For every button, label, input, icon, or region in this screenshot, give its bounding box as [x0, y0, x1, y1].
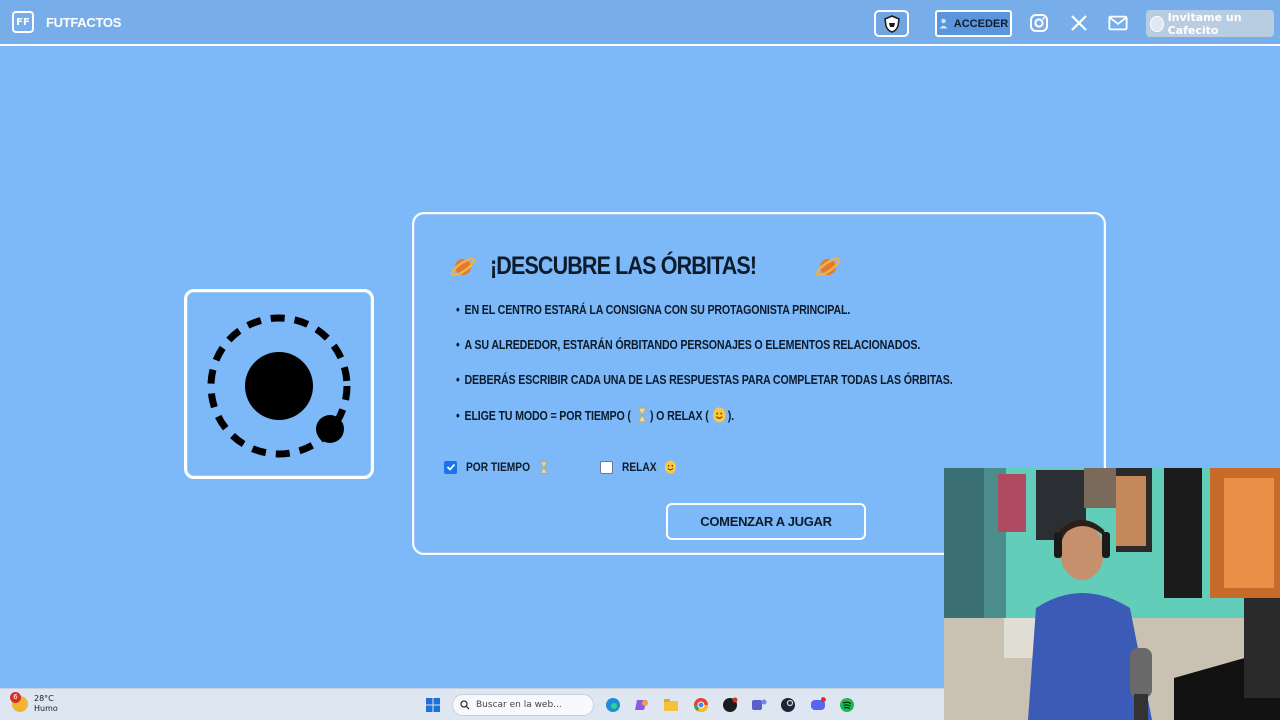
orbit-icon: [207, 314, 351, 458]
coffee-icon: [1150, 15, 1164, 32]
webcam-feed-image: [944, 468, 1280, 720]
edge-browser-icon[interactable]: [605, 697, 621, 713]
cafecito-label: Invitame un Cafecito: [1167, 10, 1242, 37]
rule-item: • DEBERÁS ESCRIBIR CADA UNA DE LAS RESPUE…: [456, 372, 953, 387]
brand-logo: FF: [12, 11, 34, 33]
smile-emoji-icon: [664, 460, 676, 474]
temperature: 28°C: [34, 694, 54, 703]
rule-item: • ELIGE TU MODO = POR TIEMPO ( ) O RELAX …: [456, 407, 734, 423]
x-icon: [1071, 15, 1087, 31]
smile-emoji-icon: [713, 407, 726, 423]
instagram-icon: [1030, 14, 1048, 32]
file-explorer-icon[interactable]: [663, 697, 679, 713]
start-game-button[interactable]: COMENZAR A JUGAR: [666, 503, 866, 540]
taskbar-search[interactable]: Buscar en la web...: [452, 694, 594, 716]
rules-list: • EN EL CENTRO ESTARÁ LA CONSIGNA CON SU …: [456, 302, 1062, 442]
checkmark-icon: [446, 463, 455, 471]
page-title: ¡DESCUBRE LAS ÓRBITAS!: [490, 252, 757, 280]
relax-mode-label: RELAX: [622, 460, 678, 474]
windows-start-icon[interactable]: [425, 697, 441, 713]
spotify-icon[interactable]: [839, 697, 855, 713]
rule-item: • A SU ALREDEDOR, ESTARÁN ÓRBITANDO PERSO…: [456, 337, 921, 352]
email-link[interactable]: [1108, 13, 1128, 33]
weather-widget[interactable]: 6 28°C Humo: [10, 692, 58, 714]
os-taskbar: 6 28°C Humo Buscar en la web...: [0, 688, 944, 720]
steam-icon[interactable]: [780, 697, 796, 713]
notification-badge: 6: [10, 692, 21, 703]
relax-mode-option[interactable]: RELAX: [599, 460, 688, 474]
copilot-icon[interactable]: [634, 697, 650, 713]
webcam-overlay: [944, 468, 1280, 720]
mode-options: POR TIEMPO RELAX: [444, 460, 710, 474]
shield-button[interactable]: [874, 10, 909, 37]
brand[interactable]: FF FUTFACTOS: [12, 11, 121, 33]
discord-icon[interactable]: [810, 697, 826, 713]
cafecito-button[interactable]: Invitame un Cafecito: [1146, 10, 1274, 37]
weather-condition: Humo: [34, 704, 58, 713]
search-icon: [460, 700, 470, 710]
login-button[interactable]: ACCEDER: [935, 10, 1012, 37]
top-nav: FF FUTFACTOS ACCEDER Invitame un Cafecit…: [0, 0, 1280, 46]
chrome-icon[interactable]: [693, 697, 709, 713]
weather-icon: 6: [10, 692, 28, 712]
mail-icon: [1108, 15, 1128, 31]
weather-text: 28°C Humo: [34, 694, 58, 714]
search-placeholder: Buscar en la web...: [476, 700, 562, 710]
teams-icon[interactable]: [751, 697, 767, 713]
hourglass-icon: [539, 461, 548, 474]
orbit-illustration-card: [184, 289, 374, 479]
ringed-planet-icon: [816, 257, 841, 276]
user-icon: [939, 18, 948, 29]
media-player-icon[interactable]: [722, 697, 738, 713]
x-twitter-link[interactable]: [1069, 13, 1089, 33]
relax-mode-checkbox[interactable]: [599, 460, 613, 474]
hourglass-icon: [636, 407, 647, 423]
brand-name: FUTFACTOS: [46, 14, 122, 30]
login-label: ACCEDER: [953, 17, 1009, 30]
ringed-planet-icon: [450, 257, 476, 276]
shield-icon: [883, 14, 900, 33]
timed-mode-checkbox[interactable]: [444, 460, 457, 474]
timed-mode-label: POR TIEMPO: [466, 460, 551, 474]
rule-item: • EN EL CENTRO ESTARÁ LA CONSIGNA CON SU …: [456, 302, 851, 317]
instagram-link[interactable]: [1029, 13, 1049, 33]
timed-mode-option[interactable]: POR TIEMPO: [444, 460, 566, 474]
card-title-row: ¡DESCUBRE LAS ÓRBITAS!: [450, 252, 850, 281]
